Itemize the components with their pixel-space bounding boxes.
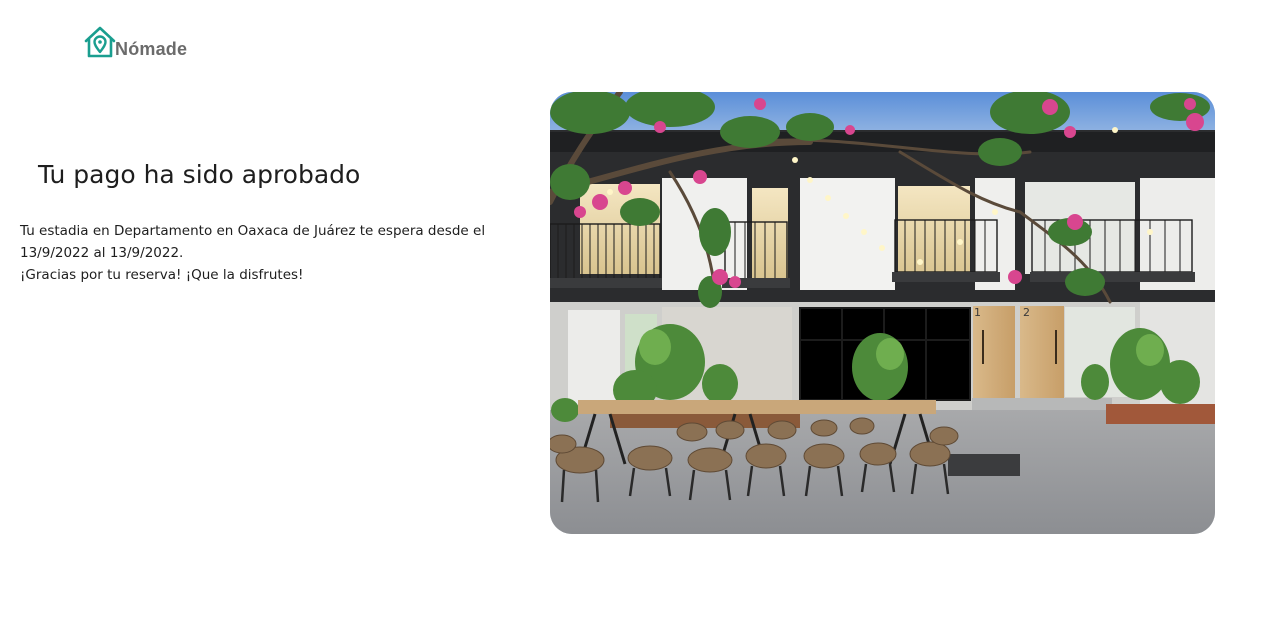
- payment-confirmation-page: Nómade Tu pago ha sido aprobado Tu estad…: [0, 0, 1280, 636]
- brand-name: Nómade: [115, 39, 188, 59]
- house-location-pin-icon: [83, 25, 117, 59]
- reservation-details-text: Tu estadia en Departamento en Oaxaca de …: [20, 223, 486, 261]
- brand-logo-link[interactable]: Nómade: [83, 25, 187, 59]
- property-photo: 1 2: [550, 92, 1215, 534]
- door-number-1: 1: [974, 306, 981, 319]
- page-title: Tu pago ha sido aprobado: [38, 160, 361, 189]
- door-number-2: 2: [1023, 306, 1030, 319]
- confirmation-message: Tu estadia en Departamento en Oaxaca de …: [20, 220, 542, 286]
- thank-you-text: ¡Gracias por tu reserva! ¡Que la disfrut…: [20, 267, 304, 283]
